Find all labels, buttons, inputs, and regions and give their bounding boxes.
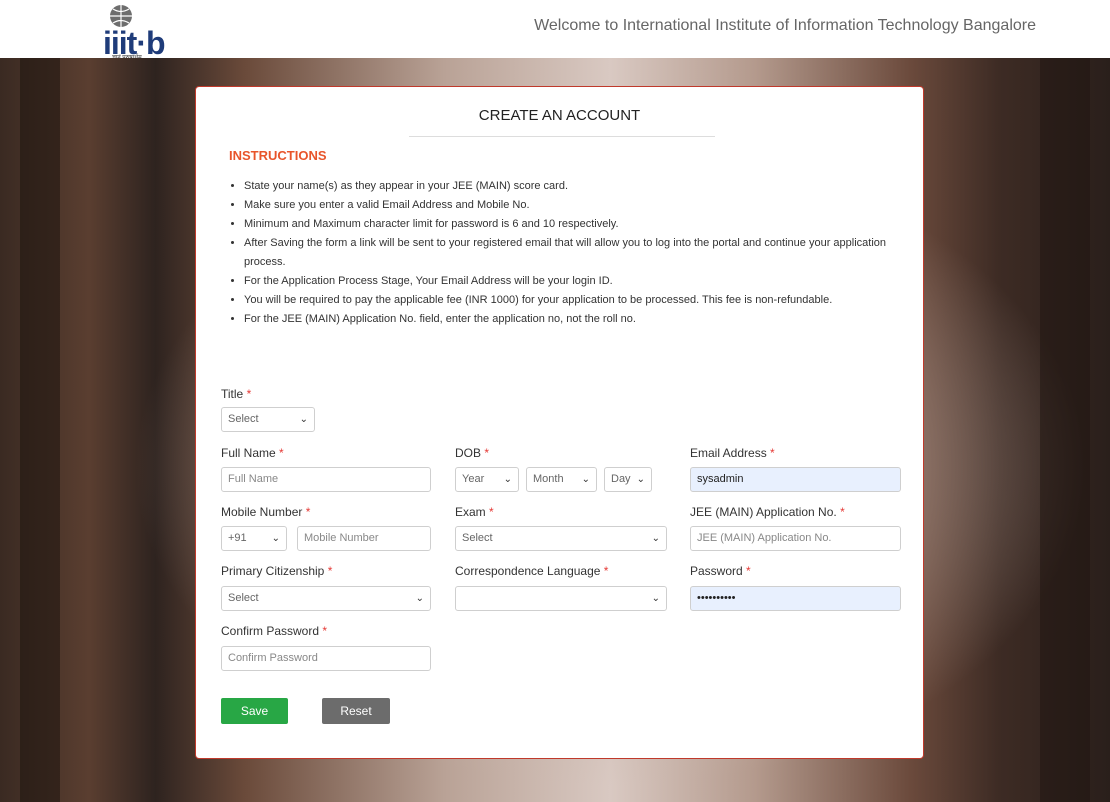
instruction-item: For the JEE (MAIN) Application No. field…	[244, 310, 924, 329]
background-shadow-right	[1040, 58, 1090, 802]
dob-month-select[interactable]: Month ⌄	[526, 467, 597, 492]
instruction-item: After Saving the form a link will be sen…	[244, 234, 924, 272]
instruction-item: You will be required to pay the applicab…	[244, 291, 924, 310]
chevron-down-icon: ⌄	[651, 533, 660, 544]
instruction-item: Minimum and Maximum character limit for …	[244, 215, 924, 234]
dob-day-select[interactable]: Day ⌄	[604, 467, 652, 492]
site-header: iiit·b ज्ञानं पुरुषार्थम् Welcome to Int…	[0, 0, 1110, 61]
welcome-text: Welcome to International Institute of In…	[534, 17, 1036, 34]
dob-year-select[interactable]: Year ⌄	[455, 467, 519, 492]
full-name-input[interactable]: Full Name	[221, 467, 431, 492]
chevron-down-icon: ⌄	[636, 474, 645, 485]
title-select[interactable]: Select ⌄	[221, 407, 315, 432]
chevron-down-icon: ⌄	[299, 414, 308, 425]
instructions-heading: INSTRUCTIONS	[229, 148, 327, 163]
citizenship-label: Primary Citizenship *	[221, 564, 333, 578]
create-account-card: CREATE AN ACCOUNT INSTRUCTIONS State you…	[195, 86, 924, 759]
confirm-password-label: Confirm Password *	[221, 624, 328, 638]
title-divider	[409, 136, 715, 137]
mobile-label: Mobile Number *	[221, 505, 311, 519]
background-shadow-left	[20, 58, 60, 802]
language-select[interactable]: ⌄	[455, 586, 667, 611]
chevron-down-icon: ⌄	[415, 593, 424, 604]
iiitb-logo[interactable]: iiit·b ज्ञानं पुरुषार्थम्	[103, 3, 193, 61]
exam-select[interactable]: Select ⌄	[455, 526, 667, 551]
instruction-item: For the Application Process Stage, Your …	[244, 272, 924, 291]
chevron-down-icon: ⌄	[581, 474, 590, 485]
jee-app-label: JEE (MAIN) Application No. *	[690, 505, 845, 519]
instruction-item: Make sure you enter a valid Email Addres…	[244, 196, 924, 215]
country-code-select[interactable]: +91 ⌄	[221, 526, 287, 551]
language-label: Correspondence Language *	[455, 564, 609, 578]
chevron-down-icon: ⌄	[271, 533, 280, 544]
title-label: Title *	[221, 387, 252, 401]
jee-application-input[interactable]: JEE (MAIN) Application No.	[690, 526, 901, 551]
chevron-down-icon: ⌄	[651, 593, 660, 604]
password-label: Password *	[690, 564, 751, 578]
reset-button[interactable]: Reset	[322, 698, 390, 724]
citizenship-select[interactable]: Select ⌄	[221, 586, 431, 611]
chevron-down-icon: ⌄	[503, 474, 512, 485]
confirm-password-input[interactable]: Confirm Password	[221, 646, 431, 671]
password-field[interactable]: ••••••••••	[690, 586, 901, 611]
email-label: Email Address *	[690, 446, 775, 460]
instruction-item: State your name(s) as they appear in you…	[244, 177, 924, 196]
page-title: CREATE AN ACCOUNT	[478, 107, 641, 124]
mobile-number-input[interactable]: Mobile Number	[297, 526, 431, 551]
instructions-list: State your name(s) as they appear in you…	[229, 177, 924, 329]
full-name-label: Full Name *	[221, 446, 284, 460]
save-button[interactable]: Save	[221, 698, 288, 724]
email-field[interactable]: sysadmin	[690, 467, 901, 492]
dob-label: DOB *	[455, 446, 490, 460]
exam-label: Exam *	[455, 505, 494, 519]
